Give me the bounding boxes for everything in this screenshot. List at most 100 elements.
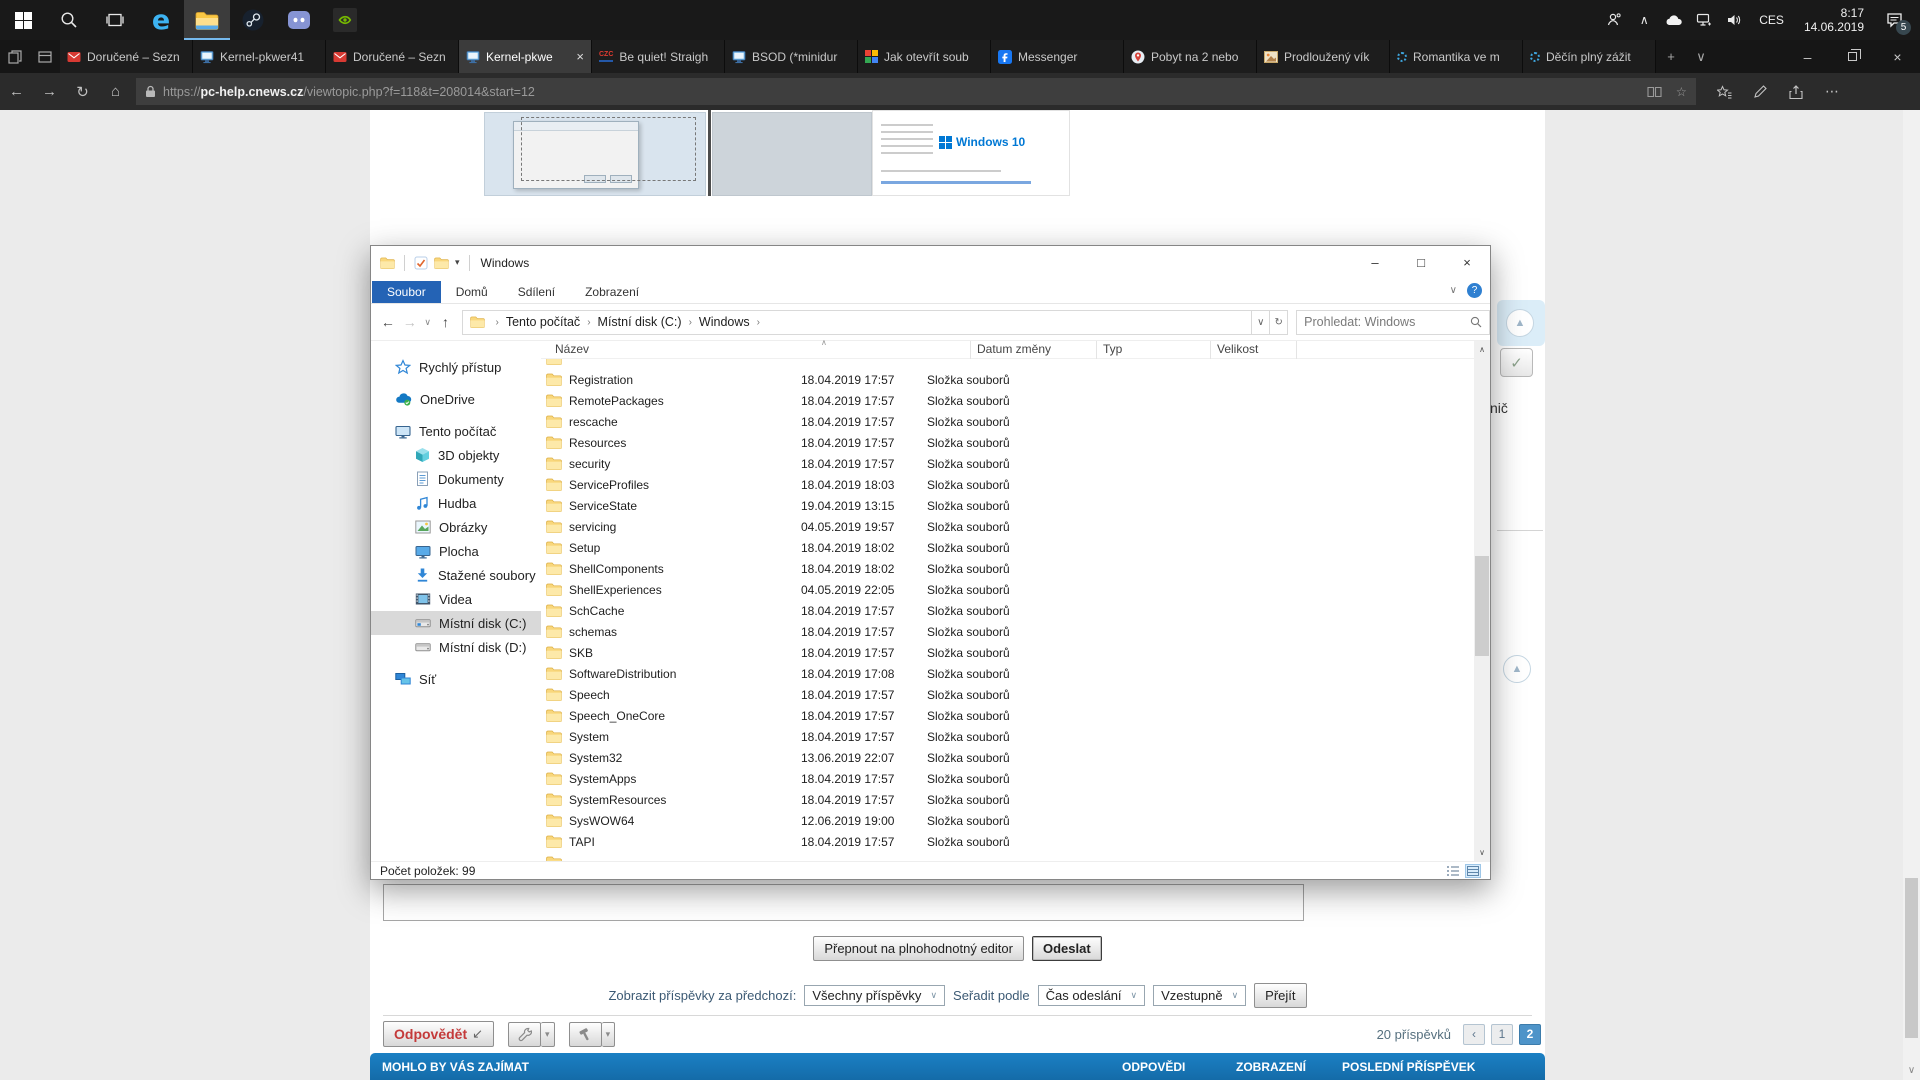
- file-row[interactable]: Setup18.04.2019 18:02Složka souborů: [541, 537, 1474, 558]
- properties-check-icon[interactable]: [414, 256, 428, 270]
- file-row[interactable]: rescache18.04.2019 17:57Složka souborů: [541, 411, 1474, 432]
- file-row[interactable]: schemas18.04.2019 17:57Složka souborů: [541, 621, 1474, 642]
- breadcrumb-item-windows[interactable]: Windows: [699, 315, 750, 329]
- edge-taskbar-icon[interactable]: e: [138, 0, 184, 40]
- page-scrollbar[interactable]: ∨: [1903, 110, 1920, 1080]
- moderator-tools-button[interactable]: [569, 1022, 602, 1047]
- file-row[interactable]: RemotePackages18.04.2019 17:57Složka sou…: [541, 390, 1474, 411]
- home-icon[interactable]: ⌂: [99, 83, 132, 100]
- qat-customize-chevron-icon[interactable]: ▾: [455, 257, 460, 268]
- tab-soubor[interactable]: Soubor: [372, 281, 441, 303]
- url-field[interactable]: https://pc-help.cnews.cz/viewtopic.php?f…: [136, 78, 1696, 105]
- browser-tab[interactable]: Pobyt na 2 nebo: [1124, 40, 1257, 73]
- sidebar-item-s-[interactable]: Síť: [371, 667, 541, 691]
- browser-tab[interactable]: Kernel-pkwer41: [193, 40, 326, 73]
- file-row[interactable]: SKB18.04.2019 17:57Složka souborů: [541, 642, 1474, 663]
- scroll-down-icon[interactable]: ∨: [1479, 848, 1485, 861]
- browser-restore-button[interactable]: [1830, 40, 1875, 73]
- discord-taskbar-icon[interactable]: [276, 0, 322, 40]
- breadcrumb[interactable]: › Tento počítač › Místní disk (C:) › Win…: [462, 310, 1252, 335]
- network-icon[interactable]: [1689, 0, 1719, 40]
- moderator-tools-dropdown-icon[interactable]: ▾: [602, 1022, 616, 1047]
- sidebar-item-obr-zky[interactable]: Obrázky: [371, 515, 541, 539]
- details-view-icon[interactable]: [1465, 864, 1481, 878]
- display-posts-select[interactable]: Všechny příspěvky∨: [804, 985, 945, 1006]
- browser-tab[interactable]: CZCBe quiet! Straigh: [592, 40, 725, 73]
- hub-favorites-icon[interactable]: [1710, 85, 1738, 99]
- sidebar-item-m-stn-disk-d-[interactable]: Místní disk (D:): [371, 635, 541, 659]
- history-chevron-icon[interactable]: ∨: [421, 317, 435, 328]
- sort-order-select[interactable]: Vzestupně∨: [1153, 985, 1246, 1006]
- browser-tab[interactable]: Kernel-pkwe×: [459, 40, 592, 73]
- browser-tab[interactable]: Doručené – Sezn: [326, 40, 459, 73]
- search-taskbar-icon[interactable]: [46, 0, 92, 40]
- page-button-2[interactable]: 2: [1519, 1024, 1541, 1045]
- file-row[interactable]: security18.04.2019 17:57Složka souborů: [541, 453, 1474, 474]
- sidebar-item-onedrive[interactable]: OneDrive: [371, 387, 541, 411]
- tray-chevron-up-icon[interactable]: ∧: [1629, 0, 1659, 40]
- scroll-top-button[interactable]: ▲: [1506, 309, 1534, 337]
- column-header-date[interactable]: Datum změny: [971, 341, 1097, 359]
- sidebar-item-hudba[interactable]: Hudba: [371, 491, 541, 515]
- web-note-pen-icon[interactable]: [1746, 85, 1774, 99]
- address-dropdown-icon[interactable]: ∨: [1252, 310, 1270, 335]
- forward-icon[interactable]: →: [33, 83, 66, 100]
- explorer-forward-icon[interactable]: →: [399, 314, 421, 330]
- tab-list-chevron-icon[interactable]: ∨: [1686, 40, 1716, 73]
- explorer-back-icon[interactable]: ←: [377, 314, 399, 330]
- new-tab-button[interactable]: +: [1656, 40, 1686, 73]
- browser-tab[interactable]: Jak otevřít soub: [858, 40, 991, 73]
- nvidia-taskbar-icon[interactable]: [322, 0, 368, 40]
- column-header-size[interactable]: Velikost: [1211, 341, 1297, 359]
- full-editor-button[interactable]: Přepnout na plnohodnotný editor: [813, 936, 1024, 961]
- volume-icon[interactable]: [1719, 0, 1749, 40]
- accept-post-button[interactable]: ✓: [1500, 348, 1533, 377]
- onedrive-tray-icon[interactable]: [1659, 0, 1689, 40]
- submit-button[interactable]: Odeslat: [1032, 936, 1102, 961]
- file-explorer-taskbar-icon[interactable]: [184, 0, 230, 40]
- more-options-icon[interactable]: ⋯: [1818, 83, 1846, 100]
- new-folder-icon[interactable]: [434, 257, 449, 269]
- file-row[interactable]: Speech_OneCore18.04.2019 17:57Složka sou…: [541, 705, 1474, 726]
- tray-clock[interactable]: 8:17 14.06.2019: [1794, 6, 1874, 34]
- list-view-icon[interactable]: [1445, 864, 1461, 878]
- file-row[interactable]: SysWOW6412.06.2019 19:00Složka souborů: [541, 810, 1474, 831]
- reply-editor-box[interactable]: [383, 884, 1304, 921]
- page-scrollbar-thumb[interactable]: [1905, 878, 1918, 1038]
- steam-taskbar-icon[interactable]: [230, 0, 276, 40]
- file-row[interactable]: Speech18.04.2019 17:57Složka souborů: [541, 684, 1474, 705]
- explorer-minimize-button[interactable]: –: [1352, 246, 1398, 279]
- file-row[interactable]: TAPI18.04.2019 17:57Složka souborů: [541, 831, 1474, 852]
- file-row[interactable]: SystemApps18.04.2019 17:57Složka souborů: [541, 768, 1474, 789]
- start-taskbar-icon[interactable]: [0, 0, 46, 40]
- browser-tab[interactable]: Děčín plný zážit: [1523, 40, 1656, 73]
- file-row[interactable]: System3213.06.2019 22:07Složka souborů: [541, 747, 1474, 768]
- file-row[interactable]: Registration18.04.2019 17:57Složka soubo…: [541, 369, 1474, 390]
- explorer-maximize-button[interactable]: □: [1398, 246, 1444, 279]
- reply-button[interactable]: Odpovědět ↙: [383, 1021, 494, 1047]
- tab-sdileni[interactable]: Sdílení: [503, 281, 570, 303]
- up-one-level-icon[interactable]: ↑: [435, 314, 457, 330]
- tab-zobrazeni[interactable]: Zobrazení: [570, 281, 654, 303]
- scroll-top-button[interactable]: ▲: [1503, 655, 1531, 683]
- sidebar-item-rychl-p-stup[interactable]: Rychlý přístup: [371, 355, 541, 379]
- sidebar-item-dokumenty[interactable]: Dokumenty: [371, 467, 541, 491]
- file-row[interactable]: System18.04.2019 17:57Složka souborů: [541, 726, 1474, 747]
- previous-page-button[interactable]: ‹: [1463, 1024, 1485, 1045]
- column-header-name[interactable]: Název: [549, 341, 971, 359]
- explorer-search-input[interactable]: Prohledat: Windows: [1296, 310, 1490, 335]
- sidebar-item-plocha[interactable]: Plocha: [371, 539, 541, 563]
- back-icon[interactable]: ←: [0, 83, 33, 100]
- sidebar-item-tento-po-ta-[interactable]: Tento počítač: [371, 419, 541, 443]
- column-header-type[interactable]: Typ: [1097, 341, 1211, 359]
- explorer-close-button[interactable]: ×: [1444, 246, 1490, 279]
- sidebar-item-sta-en-soubory[interactable]: Stažené soubory: [371, 563, 541, 587]
- sidebar-item-m-stn-disk-c-[interactable]: Místní disk (C:): [371, 611, 541, 635]
- file-row[interactable]: ShellExperiences04.05.2019 22:05Složka s…: [541, 579, 1474, 600]
- add-favorite-star-icon[interactable]: ☆: [1676, 84, 1687, 99]
- sidebar-item-3d-objekty[interactable]: 3D objekty: [371, 443, 541, 467]
- topic-tools-dropdown-icon[interactable]: ▾: [541, 1022, 555, 1047]
- task-view-taskbar-icon[interactable]: [92, 0, 138, 40]
- file-row[interactable]: Resources18.04.2019 17:57Složka souborů: [541, 432, 1474, 453]
- breadcrumb-item-drive[interactable]: Místní disk (C:): [598, 315, 682, 329]
